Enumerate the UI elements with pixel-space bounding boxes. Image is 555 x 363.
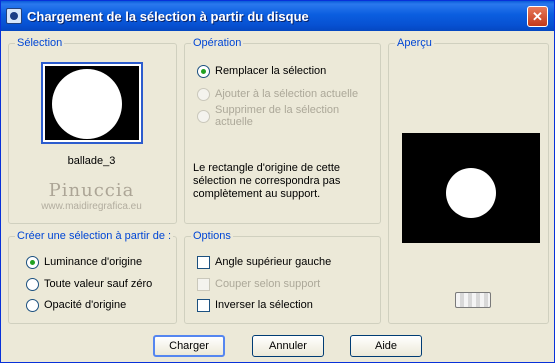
- radio-label: Opacité d'origine: [44, 299, 127, 311]
- close-button[interactable]: ✕: [527, 6, 548, 27]
- create-from-group: Créer une sélection à partir de : Lumina…: [8, 230, 177, 324]
- checkbox-box[interactable]: [197, 255, 210, 269]
- preview-group: Aperçu: [388, 37, 549, 324]
- checkbox-label: Angle supérieur gauche: [215, 256, 332, 268]
- radio-add-selection[interactable]: Ajouter à la sélection actuelle: [197, 86, 358, 102]
- radio-button[interactable]: [26, 277, 39, 291]
- radio-subtract-selection[interactable]: Supprimer de la sélection actuelle: [197, 104, 380, 128]
- watermark: Pinuccia www.maidiregrafica.eu: [9, 180, 174, 212]
- radio-button[interactable]: [197, 87, 210, 101]
- load-button[interactable]: Charger: [153, 335, 225, 357]
- checkbox-label: Inverser la sélection: [215, 299, 313, 311]
- checkbox-box[interactable]: [197, 298, 210, 312]
- operation-note: Le rectangle d'origine de cette sélectio…: [193, 162, 341, 200]
- radio-label: Toute valeur sauf zéro: [44, 278, 153, 290]
- radio-label: Remplacer la sélection: [215, 65, 327, 77]
- create-from-legend: Créer une sélection à partir de :: [15, 230, 174, 243]
- radio-label: Ajouter à la sélection actuelle: [215, 88, 359, 100]
- selection-thumbnail: [45, 66, 139, 140]
- preview-zoom-button[interactable]: [455, 292, 491, 308]
- options-legend: Options: [191, 230, 233, 243]
- window-title: Chargement de la sélection à partir du d…: [27, 9, 309, 24]
- thumbnail-caption: ballade_3: [67, 155, 116, 167]
- radio-button[interactable]: [26, 255, 39, 269]
- selection-legend: Sélection: [15, 37, 65, 50]
- selection-thumbnail-picker[interactable]: [41, 62, 143, 144]
- checkbox-crop-to-canvas[interactable]: Couper selon support: [197, 276, 320, 292]
- operation-group: Opération Remplacer la sélection Ajouter…: [184, 37, 381, 224]
- radio-label: Supprimer de la sélection actuelle: [215, 104, 340, 128]
- title-bar[interactable]: Chargement de la sélection à partir du d…: [1, 1, 554, 31]
- radio-any-nonzero[interactable]: Toute valeur sauf zéro: [26, 276, 152, 292]
- watermark-name: Pinuccia: [48, 180, 135, 201]
- radio-source-opacity[interactable]: Opacité d'origine: [26, 297, 126, 313]
- help-button[interactable]: Aide: [350, 335, 422, 357]
- preview-image: [402, 133, 540, 243]
- checkbox-invert-selection[interactable]: Inverser la sélection: [197, 297, 313, 313]
- checkbox-box[interactable]: [197, 277, 210, 291]
- radio-button[interactable]: [197, 64, 210, 78]
- preview-shape: [446, 168, 496, 218]
- selection-group: Sélection ballade_3 Pinuccia www.maidire…: [8, 37, 177, 224]
- app-icon: [6, 8, 22, 24]
- thumbnail-shape: [52, 69, 122, 139]
- radio-replace-selection[interactable]: Remplacer la sélection: [197, 63, 326, 79]
- cancel-button[interactable]: Annuler: [252, 335, 324, 357]
- radio-button[interactable]: [197, 109, 210, 123]
- options-group: Options Angle supérieur gauche Couper se…: [184, 230, 381, 324]
- preview-legend: Aperçu: [395, 37, 434, 50]
- radio-button[interactable]: [26, 298, 39, 312]
- watermark-url: www.maidiregrafica.eu: [41, 201, 142, 212]
- dialog-window: Chargement de la sélection à partir du d…: [0, 0, 555, 363]
- checkbox-top-left-corner[interactable]: Angle supérieur gauche: [197, 254, 331, 270]
- radio-label: Luminance d'origine: [44, 256, 143, 268]
- checkbox-label: Couper selon support: [215, 278, 321, 290]
- operation-legend: Opération: [191, 37, 244, 50]
- radio-source-luminance[interactable]: Luminance d'origine: [26, 254, 142, 270]
- chevron-down-icon[interactable]: [131, 102, 137, 106]
